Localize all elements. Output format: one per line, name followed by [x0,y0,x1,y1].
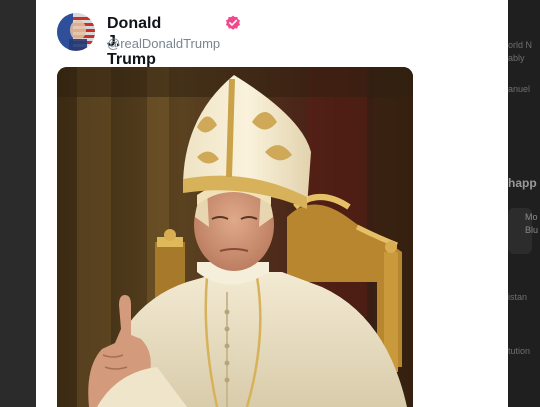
left-background [0,0,36,407]
flag-avatar-icon [57,13,95,51]
suggestion-snippet: Mo [525,212,538,222]
author-handle[interactable]: @realDonaldTrump [107,36,220,51]
trend-snippet[interactable]: anuel [508,84,530,94]
pope-portrait-image [57,67,413,407]
author-avatar[interactable] [57,13,95,51]
right-sidebar: orld N ably anuel happ Mo Blu istan tuti… [508,0,540,407]
trend-snippet[interactable]: istan [508,292,527,302]
section-heading: happ [508,176,537,190]
trend-snippet[interactable]: ably [508,53,525,63]
post-media[interactable] [57,67,413,407]
verified-badge-icon [225,15,241,31]
trend-snippet[interactable]: tution [508,346,530,356]
suggestion-snippet: Blu [525,225,539,235]
post-card[interactable]: Donald J. Trump @realDonaldTrump [36,0,508,407]
trend-snippet[interactable]: orld N [508,40,532,50]
